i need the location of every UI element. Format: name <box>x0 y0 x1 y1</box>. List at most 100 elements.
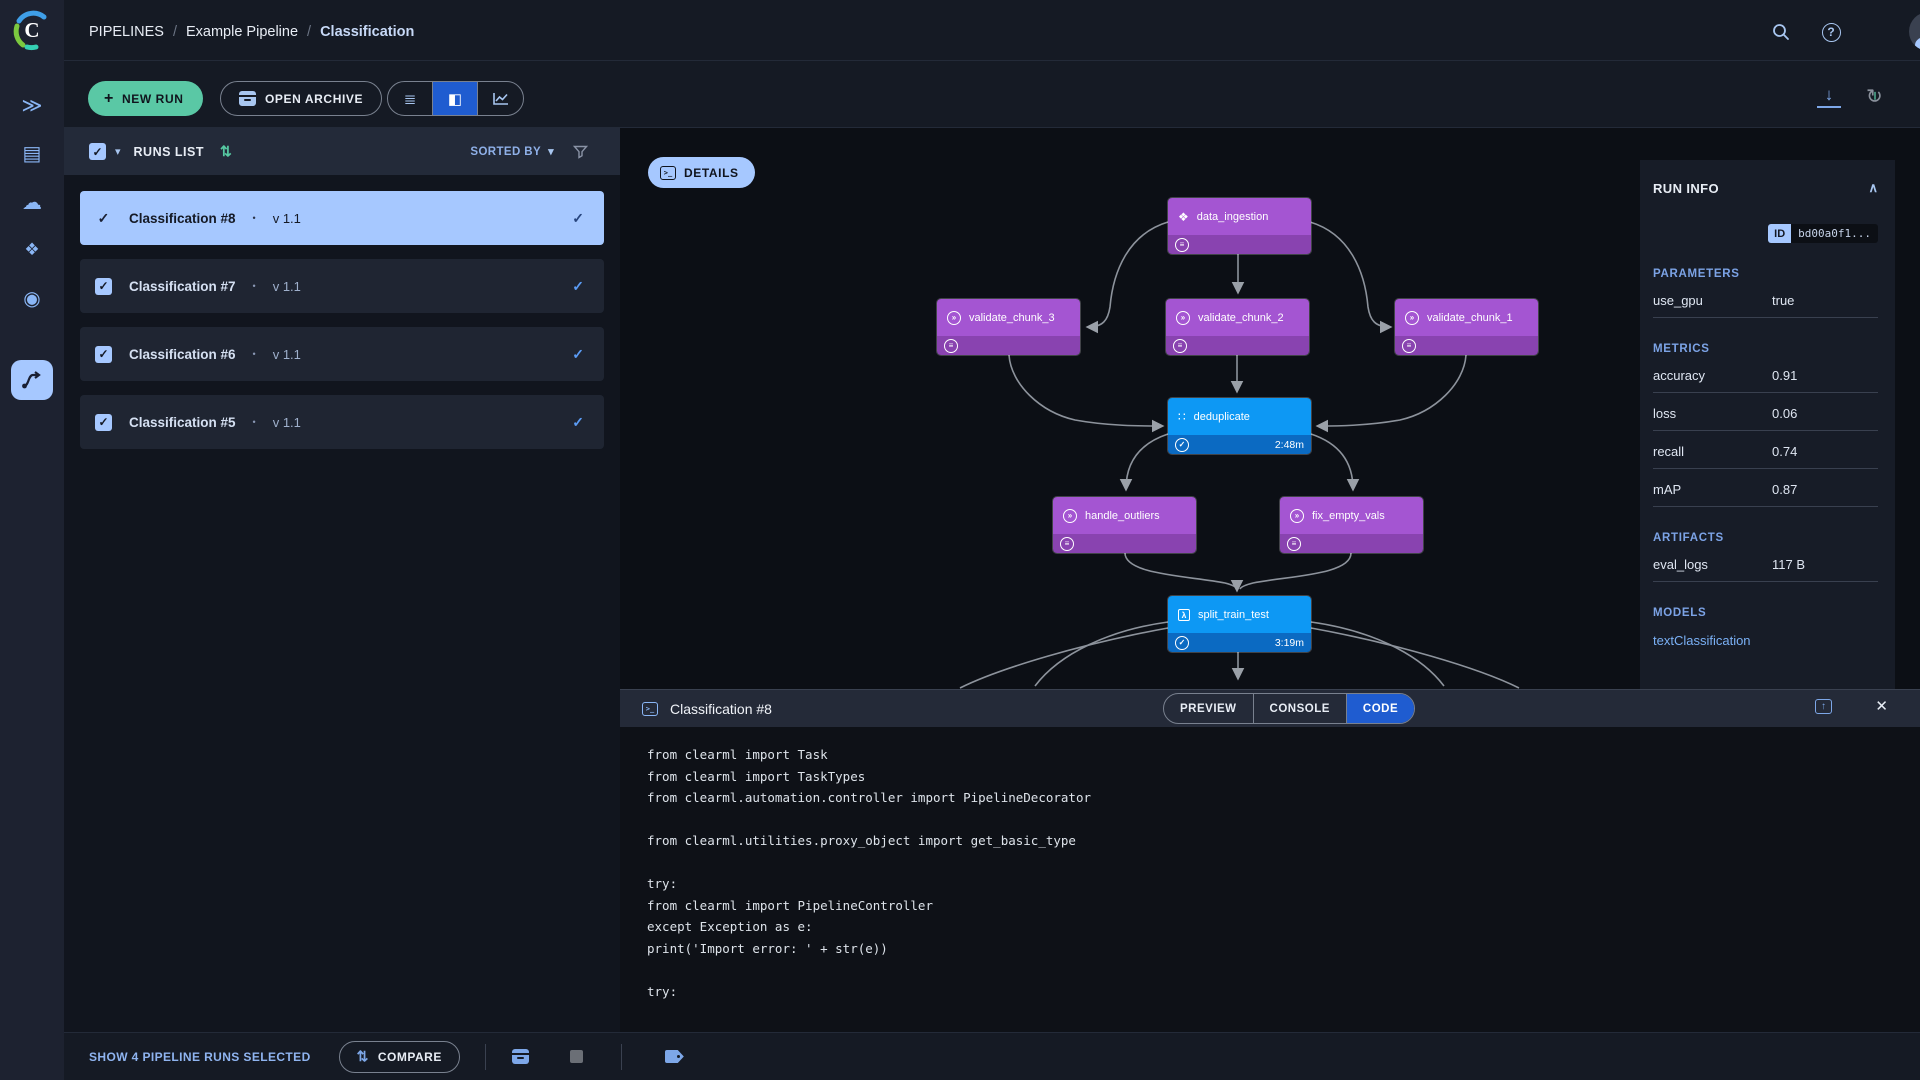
run-id-chip[interactable]: ID bd00a0f1... <box>1768 224 1878 243</box>
metrics-section-title: METRICS <box>1653 343 1710 355</box>
breadcrumb-classification: Classification <box>320 24 415 40</box>
breadcrumb-separator: / <box>172 24 177 40</box>
new-run-button[interactable]: + NEW RUN <box>88 81 204 116</box>
breadcrumb-example-pipeline[interactable]: Example Pipeline <box>186 24 298 40</box>
menu-circle-icon: ≡ <box>1060 536 1074 551</box>
row-checkbox[interactable]: ✓ <box>95 345 112 363</box>
code-viewer[interactable]: from clearml import Task from clearml im… <box>647 747 1091 1005</box>
dag-node-validate-chunk-2[interactable]: » validate_chunk_2 ≡ <box>1166 299 1309 355</box>
filter-icon[interactable] <box>573 144 588 159</box>
download-icon[interactable]: ↓ <box>1817 85 1841 108</box>
compare-button[interactable]: ⇅ COMPARE <box>338 1040 460 1073</box>
close-icon[interactable]: ✕ <box>1875 697 1888 715</box>
split-view-icon[interactable]: ◧ <box>433 82 478 115</box>
help-icon[interactable]: ? <box>1817 18 1845 46</box>
chevrons-circle-icon: » <box>1290 508 1304 523</box>
nav-pipelines-selected[interactable] <box>11 360 53 400</box>
nav-datasets-icon[interactable]: ❖ <box>0 230 64 270</box>
run-name: Classification #8 <box>129 210 236 226</box>
chevrons-circle-icon: » <box>1405 310 1419 325</box>
bottom-panel-header: >_ Classification #8 PREVIEW CONSOLE COD… <box>620 690 1920 727</box>
bottom-panel-title: Classification #8 <box>670 700 772 717</box>
abort-action-icon[interactable] <box>569 1050 583 1063</box>
clearml-logo[interactable]: C <box>8 6 56 54</box>
pipelines-icon <box>22 371 41 389</box>
artifact-label: eval_logs <box>1653 557 1708 572</box>
left-nav-rail: C ≫ ▤ ☁ ❖ ◉ <box>0 0 64 1080</box>
run-row-classification-8[interactable]: ✓ Classification #8 • v 1.1 ✓ <box>80 191 604 245</box>
selected-runs-text[interactable]: SHOW 4 PIPELINE RUNS SELECTED <box>89 1050 311 1064</box>
footer-divider <box>620 1043 622 1070</box>
menu-circle-icon: ≡ <box>1175 237 1189 252</box>
open-archive-button[interactable]: OPEN ARCHIVE <box>220 81 383 116</box>
run-row-classification-5[interactable]: ✓ Classification #5 • v 1.1 ✓ <box>80 395 604 449</box>
dag-node-validate-chunk-1[interactable]: » validate_chunk_1 ≡ <box>1395 299 1538 355</box>
dot-icon: • <box>252 349 256 359</box>
code-line: try: <box>647 876 678 891</box>
run-row-classification-6[interactable]: ✓ Classification #6 • v 1.1 ✓ <box>80 327 604 381</box>
tab-code[interactable]: CODE <box>1346 694 1415 723</box>
menu-circle-icon: ≡ <box>944 338 958 353</box>
bottom-panel-tabs: PREVIEW CONSOLE CODE <box>1163 693 1416 724</box>
menu-circle-icon: ≡ <box>1287 536 1301 551</box>
menu-circle-icon: ≡ <box>1402 338 1416 353</box>
param-row: use_gpu true <box>1653 280 1878 318</box>
compare-label: COMPARE <box>377 1049 442 1064</box>
node-runtime: 3:19m <box>1274 636 1304 649</box>
dot-icon: • <box>252 281 256 291</box>
check-circle-icon: ✓ <box>1175 437 1189 452</box>
archive-icon <box>239 91 256 106</box>
runs-list-panel: ✓ ▾ RUNS LIST ⇅ SORTED BY ▾ ✓ Classifica… <box>64 128 620 1032</box>
model-link[interactable]: textClassification <box>1653 633 1878 648</box>
dag-node-data-ingestion[interactable]: ❖ data_ingestion ≡ <box>1168 198 1311 254</box>
sorted-by-control[interactable]: SORTED BY ▾ <box>470 145 554 159</box>
selection-footer-bar: SHOW 4 PIPELINE RUNS SELECTED ⇅ COMPARE <box>64 1032 1920 1080</box>
auto-refresh-icon[interactable]: ↻ ∥ <box>1866 84 1883 109</box>
metric-value: 0.87 <box>1772 482 1798 497</box>
run-version: v 1.1 <box>272 210 301 226</box>
param-value: true <box>1772 293 1795 308</box>
node-label: validate_chunk_1 <box>1427 311 1513 324</box>
dag-node-fix-empty-vals[interactable]: » fix_empty_vals ≡ <box>1280 497 1423 553</box>
code-line: from clearml import PipelineController <box>647 897 933 913</box>
details-button[interactable]: >_ DETAILS <box>648 157 755 188</box>
user-avatar[interactable] <box>1909 12 1920 51</box>
dag-node-split-train-test[interactable]: λ split_train_test ✓ 3:19m <box>1168 596 1311 652</box>
tab-preview[interactable]: PREVIEW <box>1164 694 1254 723</box>
table-view-icon[interactable]: ≣ <box>388 82 433 115</box>
metric-label: mAP <box>1653 482 1682 497</box>
select-all-checkbox[interactable]: ✓ <box>89 143 106 160</box>
nav-cloud-icon[interactable]: ☁ <box>0 182 64 222</box>
dag-node-deduplicate[interactable]: ∷ deduplicate ✓ 2:48m <box>1168 398 1311 454</box>
metric-label: loss <box>1653 406 1677 421</box>
dag-node-validate-chunk-3[interactable]: » validate_chunk_3 ≡ <box>937 299 1080 355</box>
row-checkbox[interactable]: ✓ <box>95 277 112 295</box>
tab-console[interactable]: CONSOLE <box>1254 694 1347 723</box>
row-checkbox[interactable]: ✓ <box>95 413 112 431</box>
runs-list-header: ✓ ▾ RUNS LIST ⇅ SORTED BY ▾ <box>64 128 620 175</box>
tag-action-icon[interactable] <box>664 1050 684 1063</box>
dag-node-handle-outliers[interactable]: » handle_outliers ≡ <box>1053 497 1196 553</box>
nav-models-icon[interactable]: ◉ <box>0 278 64 318</box>
parameters-section-title: PARAMETERS <box>1653 268 1740 280</box>
breadcrumb-pipelines[interactable]: PIPELINES <box>89 24 164 40</box>
chevrons-circle-icon: » <box>1063 508 1077 523</box>
row-check-icon[interactable]: ✓ <box>95 210 112 227</box>
search-icon[interactable] <box>1767 18 1795 46</box>
metric-row: mAP 0.87 <box>1653 469 1878 507</box>
collapse-runs-icon[interactable]: ⇅ <box>220 143 232 160</box>
collapse-panel-icon[interactable]: ∧ <box>1868 180 1878 196</box>
archive-action-icon[interactable] <box>511 1049 529 1064</box>
plus-icon: + <box>104 89 114 107</box>
run-version: v 1.1 <box>272 346 301 362</box>
terminal-icon: >_ <box>660 165 676 180</box>
select-all-caret-icon[interactable]: ▾ <box>115 145 121 158</box>
compare-icon: ⇅ <box>356 1048 369 1064</box>
run-row-classification-7[interactable]: ✓ Classification #7 • v 1.1 ✓ <box>80 259 604 313</box>
metrics-view-icon[interactable] <box>478 82 523 115</box>
pause-glyph: ∥ <box>1873 91 1878 100</box>
nav-workers-icon[interactable]: ▤ <box>0 133 64 173</box>
nav-projects-icon[interactable]: ≫ <box>0 85 64 125</box>
open-in-window-icon[interactable]: ↑ <box>1815 699 1832 714</box>
